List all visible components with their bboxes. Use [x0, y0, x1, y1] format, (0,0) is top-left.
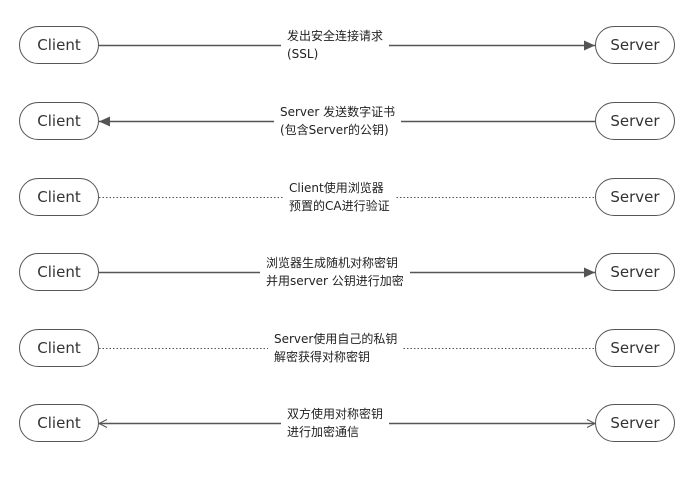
server-node: Server	[595, 26, 675, 64]
server-node: Server	[595, 329, 675, 367]
step-label: Server 发送数字证书 (包含Server的公钥)	[274, 103, 402, 139]
client-node: Client	[19, 404, 99, 442]
arrowhead-left-icon	[99, 116, 110, 127]
server-node: Server	[595, 253, 675, 291]
step-label-line2: 解密获得对称密钥	[274, 350, 371, 364]
client-node: Client	[19, 26, 99, 64]
client-node: Client	[19, 178, 99, 216]
ssl-handshake-diagram: Client Server 发出安全连接请求 (SSL) Client Serv…	[0, 0, 698, 477]
step-label-line2: 预置的CA进行验证	[289, 199, 390, 213]
step-label-line2: (包含Server的公钥)	[280, 123, 389, 137]
client-node: Client	[19, 329, 99, 367]
step-label: 浏览器生成随机对称密钥 并用server 公钥进行加密	[260, 254, 410, 290]
client-node: Client	[19, 253, 99, 291]
step-label-line2: 并用server 公钥进行加密	[266, 274, 404, 288]
step-label: 双方使用对称密钥 进行加密通信	[281, 405, 390, 441]
client-node: Client	[19, 102, 99, 140]
step-label-line1: Server使用自己的私钥	[274, 332, 398, 346]
arrowhead-right-icon	[584, 267, 595, 278]
step-label-line1: 双方使用对称密钥	[287, 407, 384, 421]
step-label-line2: (SSL)	[287, 47, 319, 61]
server-node: Server	[595, 102, 675, 140]
step-label-line1: Client使用浏览器	[289, 181, 384, 195]
arrowhead-right-icon	[584, 40, 595, 51]
step-label-line1: 发出安全连接请求	[287, 29, 384, 43]
step-label: Server使用自己的私钥 解密获得对称密钥	[268, 330, 404, 366]
step-label-line2: 进行加密通信	[287, 425, 360, 439]
step-label: Client使用浏览器 预置的CA进行验证	[283, 179, 396, 215]
server-node: Server	[595, 404, 675, 442]
step-label: 发出安全连接请求 (SSL)	[281, 27, 390, 63]
server-node: Server	[595, 178, 675, 216]
step-label-line1: 浏览器生成随机对称密钥	[266, 256, 399, 270]
step-label-line1: Server 发送数字证书	[280, 105, 396, 119]
